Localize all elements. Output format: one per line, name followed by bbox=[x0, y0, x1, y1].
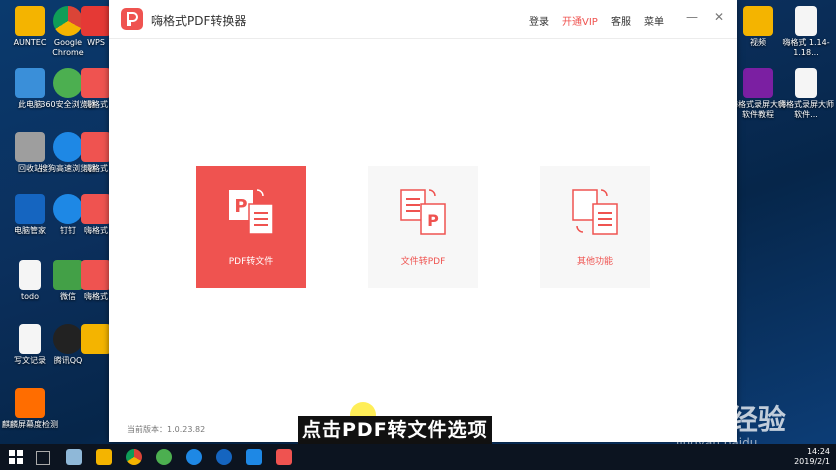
document-icon bbox=[795, 6, 817, 36]
clock-time: 14:24 bbox=[806, 447, 830, 456]
soundcloud-icon bbox=[15, 388, 45, 418]
tutorial-caption: 点击PDF转文件选项 bbox=[298, 416, 492, 444]
taskbar-app-icon[interactable] bbox=[66, 449, 82, 465]
clock-date: 2019/2/1 bbox=[794, 457, 830, 466]
card-other-functions[interactable]: 其他功能 bbox=[540, 166, 650, 288]
close-button[interactable]: ✕ bbox=[712, 10, 726, 24]
document-icon bbox=[795, 68, 817, 98]
pc-manager-taskbar-icon[interactable] bbox=[216, 449, 232, 465]
service-link[interactable]: 客服 bbox=[611, 13, 631, 28]
hgs-app-icon bbox=[81, 132, 111, 162]
wps-icon bbox=[81, 6, 111, 36]
file-explorer-icon[interactable] bbox=[96, 449, 112, 465]
card-label: 文件转PDF bbox=[400, 257, 446, 267]
system-clock[interactable]: 14:24 2019/2/1 bbox=[794, 447, 830, 467]
card-file-to-pdf[interactable]: P 文件转PDF bbox=[368, 166, 478, 288]
folder-icon bbox=[81, 324, 111, 354]
card-label: 其他功能 bbox=[576, 257, 613, 267]
other-functions-icon bbox=[571, 186, 619, 238]
login-link[interactable]: 登录 bbox=[529, 13, 549, 28]
archive-icon bbox=[743, 68, 773, 98]
work-app-taskbar-icon[interactable] bbox=[246, 449, 262, 465]
app-window: 嗨格式PDF转换器 登录 开通VIP 客服 菜单 — ✕ P PDF转文件 P … bbox=[109, 0, 737, 442]
svg-text:P: P bbox=[427, 211, 439, 230]
title-bar[interactable]: 嗨格式PDF转换器 登录 开通VIP 客服 菜单 — ✕ bbox=[109, 0, 737, 39]
card-pdf-to-file[interactable]: P PDF转文件 bbox=[196, 166, 306, 288]
task-view-icon[interactable] bbox=[36, 451, 50, 465]
hgs-app-icon bbox=[81, 260, 111, 290]
svg-text:P: P bbox=[234, 196, 247, 217]
windows-start-icon[interactable] bbox=[8, 449, 24, 465]
sogou-taskbar-icon[interactable] bbox=[186, 449, 202, 465]
hgs-app-icon bbox=[81, 194, 111, 224]
menu-link[interactable]: 菜单 bbox=[644, 13, 664, 28]
desktop-icon-hgs-doc[interactable]: 嗨格式 1.14-1.18... bbox=[776, 6, 836, 58]
taskbar: 14:24 2019/2/1 bbox=[0, 444, 836, 470]
version-text: 当前版本：1.0.23.82 bbox=[127, 425, 206, 434]
baidu-watermark: Baidu经验 bbox=[640, 403, 786, 436]
vip-link[interactable]: 开通VIP bbox=[562, 13, 598, 28]
folder-icon bbox=[743, 6, 773, 36]
minimize-button[interactable]: — bbox=[685, 10, 699, 24]
card-label: PDF转文件 bbox=[228, 257, 274, 267]
pdf-to-file-icon: P bbox=[227, 186, 275, 238]
hgs-taskbar-icon[interactable] bbox=[276, 449, 292, 465]
app-title: 嗨格式PDF转换器 bbox=[151, 14, 247, 28]
browser-360-taskbar-icon[interactable] bbox=[156, 449, 172, 465]
desktop-icon-screen-test[interactable]: 麒麟屏幕度检测 bbox=[0, 388, 60, 430]
desktop-icon-recorder-doc[interactable]: 嗨格式录屏大师软件... bbox=[776, 68, 836, 120]
chrome-taskbar-icon[interactable] bbox=[126, 449, 142, 465]
app-logo-icon bbox=[121, 8, 143, 30]
file-to-pdf-icon: P bbox=[399, 186, 447, 238]
hgs-app-icon bbox=[81, 68, 111, 98]
